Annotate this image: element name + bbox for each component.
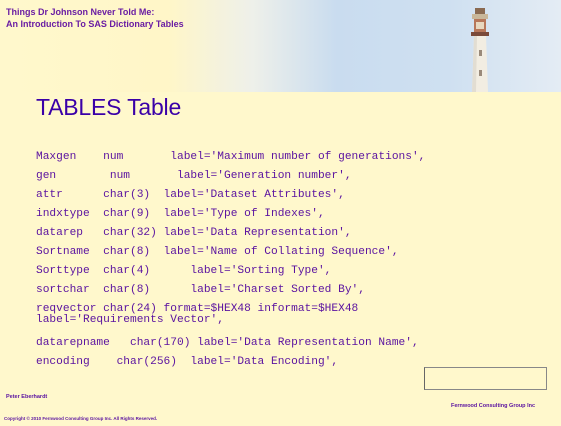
footer-copyright: Copyright © 2010 Fernwood Consulting Gro… (4, 416, 158, 421)
code-line: Maxgen num label='Maximum number of gene… (36, 151, 426, 163)
slide: Things Dr Johnson Never Told Me: An Intr… (0, 0, 561, 426)
code-line: datarep char(32) label='Data Representat… (36, 227, 352, 239)
code-line: Sortname char(8) label='Name of Collatin… (36, 246, 399, 258)
presentation-title-line2: An Introduction To SAS Dictionary Tables (6, 19, 184, 29)
code-line: datarepname char(170) label='Data Repres… (36, 337, 419, 349)
presentation-title-line1: Things Dr Johnson Never Told Me: (6, 7, 155, 17)
code-line: Sorttype char(4) label='Sorting Type', (36, 265, 332, 277)
presentation-title: Things Dr Johnson Never Told Me: An Intr… (6, 6, 184, 30)
header-band: Things Dr Johnson Never Told Me: An Intr… (0, 0, 561, 92)
code-line: sortchar char(8) label='Charset Sorted B… (36, 284, 365, 296)
lighthouse-image (471, 8, 489, 92)
code-line: attr char(3) label='Dataset Attributes', (36, 189, 345, 201)
code-line: reqvector char(24) format=$HEX48 informa… (36, 303, 359, 326)
footer-author: Peter Eberhardt (6, 394, 48, 400)
highlight-box (424, 367, 547, 390)
footer-company: Fernwood Consulting Group Inc (451, 403, 536, 409)
slide-title: TABLES Table (36, 94, 182, 120)
code-line: indxtype char(9) label='Type of Indexes'… (36, 208, 325, 220)
code-line: gen num label='Generation number', (36, 170, 352, 182)
code-listing: Maxgen num label='Maximum number of gene… (36, 148, 556, 372)
